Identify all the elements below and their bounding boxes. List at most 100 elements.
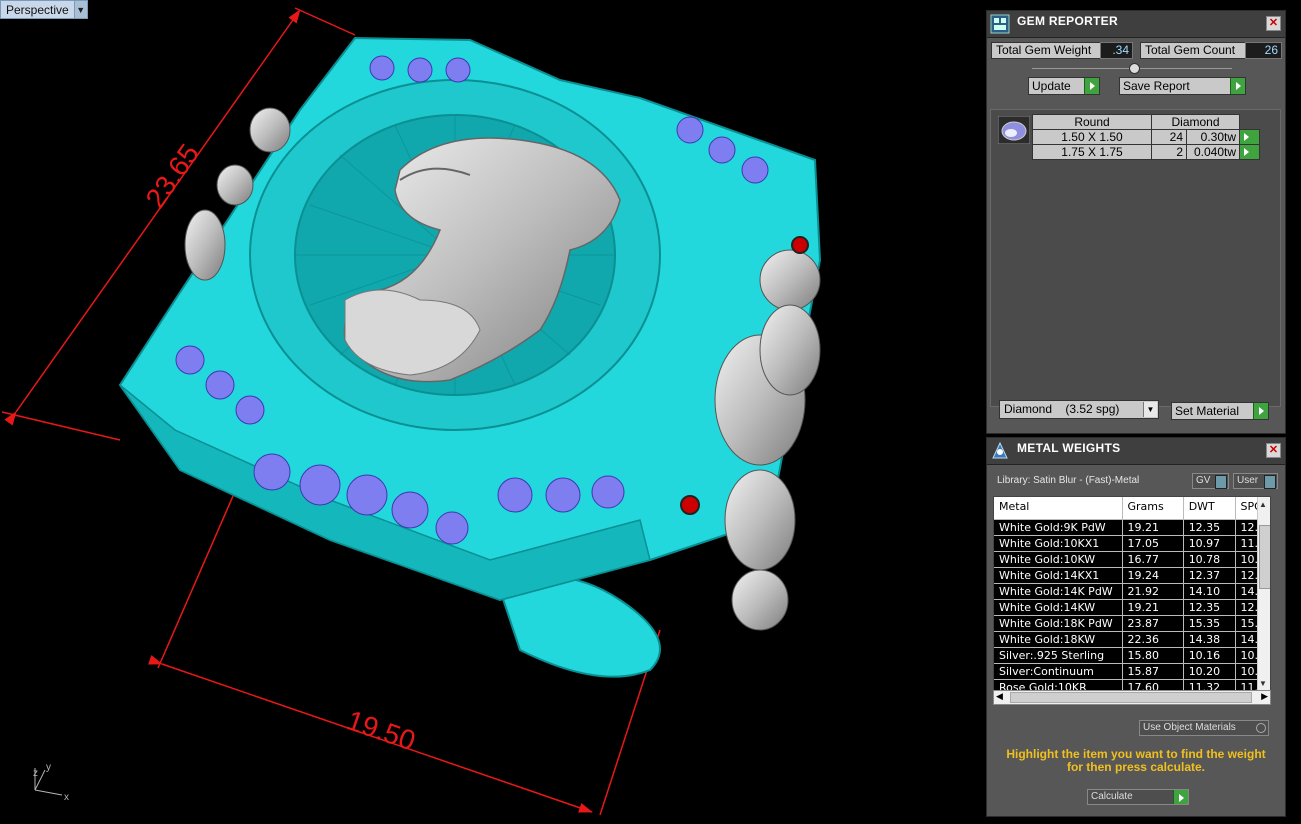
dwt-cell: 15.35 [1183,615,1236,632]
dimension-label-height: 23.65 [140,138,206,213]
dwt-cell: 10.20 [1183,663,1236,680]
user-toggle[interactable]: User [1233,473,1278,489]
grams-cell: 22.36 [1122,631,1184,648]
user-toggle-label: User [1237,475,1259,486]
table-row[interactable]: White Gold:10KX1 17.05 10.97 11.18 [994,535,1270,552]
table-row[interactable]: Silver:Continuum 15.87 10.20 10.40 [994,663,1270,680]
chevron-left-icon[interactable]: ◀ [996,691,1003,702]
column-header-metal[interactable]: Metal [994,497,1123,520]
dwt-cell: 10.97 [1183,535,1236,552]
play-arrow-icon[interactable] [1239,144,1260,160]
dwt-cell: 12.35 [1183,519,1236,536]
round-gem-icon [998,116,1030,144]
set-material-button[interactable]: Set Material [1171,402,1269,420]
dimension-label-width: 19.50 [343,704,419,756]
save-report-label: Save Report [1123,79,1190,93]
chevron-right-icon[interactable]: ▶ [1261,691,1268,702]
horizontal-scrollbar[interactable]: ◀ ▶ [993,690,1271,705]
play-arrow-icon [1084,78,1099,94]
total-gem-count-value: 26 [1245,42,1282,59]
table-row[interactable]: White Gold:14K PdW 21.92 14.10 14.37 [994,583,1270,600]
gem-count: 24 [1151,129,1187,145]
gem-row[interactable]: 1.50 X 1.50 24 0.30tw [1032,129,1260,145]
gem-material-select-value: Diamond (3.52 spg) [1004,402,1120,416]
gem-count: 2 [1151,144,1187,160]
gem-reporter-titlebar[interactable]: GEM REPORTER ✕ [987,11,1285,38]
use-object-materials-label: Use Object Materials [1143,722,1236,733]
dwt-cell: 14.38 [1183,631,1236,648]
scrollbar-thumb[interactable] [1259,525,1270,589]
play-arrow-icon [1173,790,1188,804]
grams-cell: 16.77 [1122,551,1184,568]
gem-table: Round Diamond 1.50 X 1.50 24 0.30tw 1.75… [1032,114,1260,160]
table-row[interactable]: Silver:.925 Sterling 15.80 10.16 10.36 [994,647,1270,664]
gem-list-area: Round Diamond 1.50 X 1.50 24 0.30tw 1.75… [990,109,1281,407]
metal-weights-icon [992,441,1008,459]
dwt-cell: 10.16 [1183,647,1236,664]
viewport-label[interactable]: Perspective [0,0,75,19]
metal-weights-titlebar[interactable]: METAL WEIGHTS ✕ [987,438,1285,465]
chevron-down-icon[interactable]: ▼ [74,0,88,19]
table-row[interactable]: White Gold:14KX1 19.24 12.37 12.61 [994,567,1270,584]
slider-handle[interactable] [1129,63,1140,74]
gem-weight: 0.30tw [1186,129,1240,145]
total-gem-count-label: Total Gem Count [1140,42,1247,59]
metal-name-cell: White Gold:14KW [994,599,1123,616]
scrollbar-thumb[interactable] [1010,692,1252,703]
gem-size: 1.50 X 1.50 [1032,129,1152,145]
play-arrow-icon [1253,403,1268,419]
dwt-cell: 14.10 [1183,583,1236,600]
chevron-up-icon[interactable]: ▲ [1259,500,1267,509]
gem-reporter-panel: GEM REPORTER ✕ Total Gem Weight .34 Tota… [986,10,1286,434]
chevron-down-icon[interactable]: ▼ [1143,402,1157,417]
library-label: Library: Satin Blur - (Fast)-Metal [997,475,1140,486]
close-icon[interactable]: ✕ [1266,443,1281,458]
table-row[interactable]: White Gold:18K PdW 23.87 15.35 15.65 [994,615,1270,632]
grams-cell: 19.24 [1122,567,1184,584]
gv-toggle[interactable]: GV [1192,473,1229,489]
dwt-cell: 12.37 [1183,567,1236,584]
table-row[interactable]: White Gold:9K PdW 19.21 12.35 12.59 [994,519,1270,536]
perspective-viewport[interactable]: 23.65 19.50 x y z Perspective ▼ [0,0,985,824]
vertical-scrollbar[interactable]: ▲ ▼ [1257,497,1270,691]
grams-cell: 19.21 [1122,519,1184,536]
column-header-grams[interactable]: Grams [1122,497,1184,520]
save-report-button[interactable]: Save Report [1119,77,1246,95]
grams-cell: 19.21 [1122,599,1184,616]
gem-material-header: Diamond [1151,114,1240,130]
gem-material-select[interactable]: Diamond (3.52 spg) ▼ [999,400,1159,419]
metal-weights-title: METAL WEIGHTS [1017,441,1121,455]
svg-text:z: z [33,768,38,779]
viewport-label-tab[interactable]: Perspective ▼ [0,0,88,19]
grams-cell: 15.87 [1122,663,1184,680]
calculate-label: Calculate [1091,791,1133,802]
grams-cell: 15.80 [1122,647,1184,664]
calculate-button[interactable]: Calculate [1087,789,1189,805]
use-object-materials-toggle[interactable]: Use Object Materials [1139,720,1269,736]
table-row[interactable]: White Gold:10KW 16.77 10.78 10.99 [994,551,1270,568]
metal-name-cell: White Gold:14KX1 [994,567,1123,584]
play-arrow-icon[interactable] [1239,129,1260,145]
grams-cell: 17.05 [1122,535,1184,552]
metal-weights-table[interactable]: Metal Grams DWT SPG White Gold:9K PdW 19.… [993,496,1271,692]
set-material-label: Set Material [1175,404,1240,418]
toggle-knob [1215,475,1227,489]
total-gem-weight-label: Total Gem Weight [991,42,1101,59]
gem-size: 1.75 X 1.75 [1032,144,1152,160]
radio-icon [1256,723,1266,733]
gem-shape-header: Round [1032,114,1152,130]
table-row[interactable]: White Gold:14KW 19.21 12.35 12.59 [994,599,1270,616]
update-button[interactable]: Update [1028,77,1100,95]
chevron-down-icon[interactable]: ▼ [1259,679,1267,688]
metal-name-cell: White Gold:9K PdW [994,519,1123,536]
column-header-dwt[interactable]: DWT [1183,497,1236,520]
close-icon[interactable]: ✕ [1266,16,1281,31]
table-row[interactable]: White Gold:18KW 22.36 14.38 14.66 [994,631,1270,648]
total-gem-weight-value: .34 [1100,42,1133,59]
svg-text:y: y [46,762,51,773]
toggle-knob [1264,475,1276,489]
gem-reporter-title: GEM REPORTER [1017,14,1118,28]
dwt-cell: 10.78 [1183,551,1236,568]
gem-row[interactable]: 1.75 X 1.75 2 0.040tw [1032,144,1260,160]
metal-weights-panel: METAL WEIGHTS ✕ Library: Satin Blur - (F… [986,437,1286,817]
